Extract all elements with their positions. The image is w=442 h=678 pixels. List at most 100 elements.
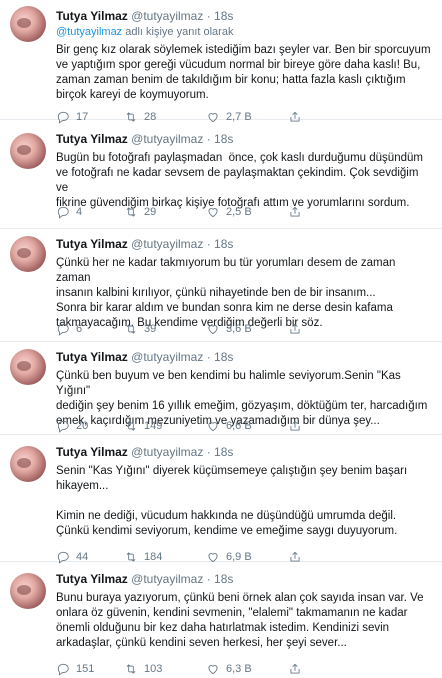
tweet-text: Bugün bu fotoğrafı paylaşmadan önce, çok… xyxy=(56,152,423,209)
tweet-header: Tutya Yilmaz @tutyayilmaz · 18s xyxy=(56,349,432,365)
reply-button[interactable]: 6 xyxy=(56,322,82,336)
separator-dot: · xyxy=(206,572,211,586)
retweet-icon xyxy=(126,324,136,334)
reply-icon xyxy=(57,420,69,433)
avatar[interactable] xyxy=(10,573,46,609)
tweet-content: Tutya Yilmaz @tutyayilmaz · 18s Çünkü he… xyxy=(56,236,432,336)
tweet-text: Çünkü her ne kadar takmıyorum bu tür yor… xyxy=(56,257,396,329)
retweet-count: 149 xyxy=(144,420,163,432)
reply-count: 4 xyxy=(76,206,83,218)
tweet-content: Tutya Yilmaz @tutyayilmaz · 18s Senin "K… xyxy=(56,444,432,564)
tweet-content: Tutya Yilmaz @tutyayilmaz · 18s Bugün bu… xyxy=(56,131,432,219)
retweet-icon xyxy=(126,552,136,562)
separator-dot: · xyxy=(206,350,211,364)
heart-icon xyxy=(208,665,218,675)
like-button[interactable]: 6,9 B xyxy=(206,550,252,564)
share-icon xyxy=(290,663,300,674)
reply-icon xyxy=(57,551,69,564)
avatar[interactable] xyxy=(10,236,46,272)
timestamp[interactable]: 18s xyxy=(214,445,233,459)
tweet[interactable]: Tutya Yilmaz @tutyayilmaz · 18s @tutyayi… xyxy=(0,0,442,124)
reply-button[interactable]: 151 xyxy=(56,662,94,676)
author-name[interactable]: Tutya Yilmaz xyxy=(56,132,128,146)
tweet[interactable]: Tutya Yilmaz @tutyayilmaz · 18s Senin "K… xyxy=(0,436,442,564)
author-handle[interactable]: @tutyayilmaz xyxy=(131,572,203,586)
author-name[interactable]: Tutya Yilmaz xyxy=(56,350,128,364)
tweet-text: Senin "Kas Yığını" diyerek küçümsemeye ç… xyxy=(56,465,408,537)
timestamp[interactable]: 18s xyxy=(214,572,233,586)
reply-count: 44 xyxy=(76,551,89,563)
tweet-content: Tutya Yilmaz @tutyayilmaz · 18s Bunu bur… xyxy=(56,571,432,676)
retweet-button[interactable]: 149 xyxy=(124,419,162,433)
retweet-icon xyxy=(126,421,136,431)
timestamp[interactable]: 18s xyxy=(214,237,233,251)
share-icon xyxy=(290,420,300,431)
retweet-count: 103 xyxy=(144,663,163,675)
like-button[interactable]: 6,6 B xyxy=(206,419,252,433)
author-name[interactable]: Tutya Yilmaz xyxy=(56,237,128,251)
retweet-count: 39 xyxy=(144,323,157,335)
tweet[interactable]: Tutya Yilmaz @tutyayilmaz · 18s Bunu bur… xyxy=(0,563,442,678)
retweet-button[interactable]: 29 xyxy=(124,205,156,219)
share-button[interactable] xyxy=(288,662,302,676)
like-count: 6,9 B xyxy=(226,551,252,563)
timestamp[interactable]: 18s xyxy=(214,132,233,146)
share-button[interactable] xyxy=(288,205,302,219)
tweet[interactable]: Tutya Yilmaz @tutyayilmaz · 18s Bugün bu… xyxy=(0,121,442,229)
tweet-header: Tutya Yilmaz @tutyayilmaz · 18s xyxy=(56,8,432,24)
reply-icon xyxy=(57,323,69,336)
reply-button[interactable]: 4 xyxy=(56,205,82,219)
avatar[interactable] xyxy=(10,349,46,385)
like-count: 3,6 B xyxy=(226,323,252,335)
timestamp[interactable]: 18s xyxy=(214,9,233,23)
like-count: 2,5 B xyxy=(226,206,252,218)
replying-to: @tutyayilmaz adlı kişiye yanıt olarak xyxy=(56,25,432,39)
tweet-header: Tutya Yilmaz @tutyayilmaz · 18s xyxy=(56,131,432,147)
replying-suffix: adlı kişiye yanıt olarak xyxy=(122,26,234,38)
tweet-header: Tutya Yilmaz @tutyayilmaz · 18s xyxy=(56,444,432,460)
avatar[interactable] xyxy=(10,133,46,169)
like-button[interactable]: 6,3 B xyxy=(206,662,252,676)
retweet-button[interactable]: 184 xyxy=(124,550,162,564)
separator-dot: · xyxy=(206,132,211,146)
heart-icon xyxy=(208,422,218,432)
tweet-text: Bunu buraya yazıyorum, çünkü beni örnek … xyxy=(56,592,424,649)
like-count: 6,3 B xyxy=(226,663,252,675)
reply-icon xyxy=(57,206,69,219)
like-button[interactable]: 3,6 B xyxy=(206,322,252,336)
share-button[interactable] xyxy=(288,322,302,336)
author-name[interactable]: Tutya Yilmaz xyxy=(56,9,128,23)
share-button[interactable] xyxy=(288,419,302,433)
separator-dot: · xyxy=(206,237,211,251)
reply-count: 151 xyxy=(76,663,95,675)
retweet-button[interactable]: 39 xyxy=(124,322,156,336)
avatar[interactable] xyxy=(10,6,46,42)
timestamp[interactable]: 18s xyxy=(214,350,233,364)
author-name[interactable]: Tutya Yilmaz xyxy=(56,445,128,459)
retweet-button[interactable]: 103 xyxy=(124,662,162,676)
retweet-icon xyxy=(126,664,136,674)
author-handle[interactable]: @tutyayilmaz xyxy=(131,9,203,23)
author-name[interactable]: Tutya Yilmaz xyxy=(56,572,128,586)
heart-icon xyxy=(208,553,218,563)
share-icon xyxy=(290,323,300,334)
share-button[interactable] xyxy=(288,550,302,564)
author-handle[interactable]: @tutyayilmaz xyxy=(131,237,203,251)
reply-button[interactable]: 20 xyxy=(56,419,88,433)
reply-button[interactable]: 44 xyxy=(56,550,88,564)
reply-mention-link[interactable]: @tutyayilmaz xyxy=(56,26,122,38)
retweet-icon xyxy=(126,207,136,217)
separator-dot: · xyxy=(206,445,211,459)
like-button[interactable]: 2,5 B xyxy=(206,205,252,219)
tweet[interactable]: Tutya Yilmaz @tutyayilmaz · 18s Çünkü be… xyxy=(0,343,442,435)
separator-dot: · xyxy=(206,9,211,23)
heart-icon xyxy=(208,325,218,335)
avatar[interactable] xyxy=(10,446,46,482)
author-handle[interactable]: @tutyayilmaz xyxy=(131,445,203,459)
like-count: 6,6 B xyxy=(226,420,252,432)
author-handle[interactable]: @tutyayilmaz xyxy=(131,132,203,146)
retweet-count: 29 xyxy=(144,206,157,218)
tweet-actions: 151 103 6,3 B xyxy=(56,662,432,678)
author-handle[interactable]: @tutyayilmaz xyxy=(131,350,203,364)
tweet[interactable]: Tutya Yilmaz @tutyayilmaz · 18s Çünkü he… xyxy=(0,230,442,342)
